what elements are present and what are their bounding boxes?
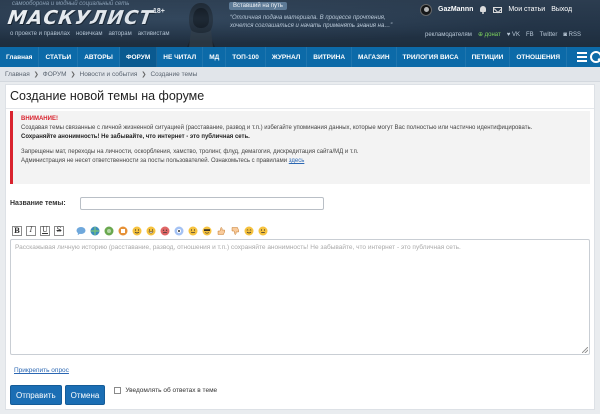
vk-label: VK bbox=[511, 31, 520, 38]
bold-button[interactable]: B bbox=[12, 225, 22, 236]
notify-option[interactable]: Уведомлять об ответах в теме bbox=[114, 386, 218, 394]
emoji-blush-icon[interactable] bbox=[132, 226, 142, 236]
site-header: самооборона и модный социальный сеть МАС… bbox=[0, 0, 600, 47]
user-name[interactable]: GazMannn bbox=[438, 6, 473, 13]
nav-item-authors[interactable]: АВТОРЫ bbox=[78, 47, 120, 67]
warning-line-4: Администрация не несет ответственности з… bbox=[21, 157, 582, 166]
nav-item-md[interactable]: МД bbox=[203, 47, 227, 67]
link-icon[interactable] bbox=[90, 226, 100, 236]
chevron-right-icon: ❯ bbox=[33, 71, 39, 78]
avatar[interactable] bbox=[420, 3, 432, 16]
thumbs-up-icon[interactable] bbox=[216, 226, 226, 236]
warning-box: ВНИМАНИЕ! Создавая темы связанные с личн… bbox=[10, 111, 590, 184]
breadcrumb-current: Создание темы bbox=[150, 70, 198, 78]
title-input[interactable] bbox=[80, 197, 324, 210]
strike-button[interactable]: S bbox=[54, 225, 64, 236]
vk-link[interactable]: ♥ VK bbox=[507, 32, 520, 38]
create-topic-panel: Создание новой темы на форуме ВНИМАНИЕ! … bbox=[5, 84, 595, 410]
editor-placeholder: Расскажывая личную историю (расставание,… bbox=[15, 244, 461, 251]
divider bbox=[6, 108, 594, 109]
rules-link[interactable]: здесь bbox=[289, 158, 305, 164]
menu-icon[interactable] bbox=[575, 47, 588, 67]
search-icon[interactable] bbox=[588, 47, 600, 67]
user-bar: GazMannn Мои статьи Выход bbox=[420, 2, 600, 17]
quote-badge: Вставший на путь bbox=[229, 2, 287, 10]
nav-item-visa-trilogy[interactable]: ТРИЛОГИЯ ВИСА bbox=[397, 47, 466, 67]
header-link-authors[interactable]: авторам bbox=[109, 31, 132, 37]
quote-icon[interactable] bbox=[76, 226, 86, 236]
advertisers-link[interactable]: рекламодателям bbox=[425, 32, 472, 38]
nav-item-journal[interactable]: ЖУРНАЛ bbox=[266, 47, 308, 67]
breadcrumb-news[interactable]: Новости и события bbox=[80, 71, 138, 78]
emoji-smile-icon[interactable] bbox=[188, 226, 198, 236]
rss-label: RSS bbox=[568, 31, 581, 38]
underline-button[interactable]: U bbox=[40, 225, 50, 236]
chevron-right-icon: ❯ bbox=[141, 71, 147, 78]
header-link-about[interactable]: о проекте и правилах bbox=[10, 31, 70, 37]
emoji-neutral-icon[interactable] bbox=[258, 226, 268, 236]
image-icon[interactable] bbox=[104, 226, 114, 236]
warning-line-3: Запрещены мат, переходы на личности, оск… bbox=[21, 149, 359, 155]
rss-icon: ◙ bbox=[563, 31, 567, 38]
envelope-icon[interactable] bbox=[493, 6, 503, 13]
submit-button[interactable]: Отправить bbox=[10, 385, 62, 405]
nav-item-home[interactable]: Главная bbox=[0, 47, 40, 67]
age-rating: 18+ bbox=[153, 8, 165, 15]
emoji-sunglasses-icon[interactable] bbox=[202, 226, 212, 236]
nav-item-unread[interactable]: НЕ ЧИТАЛ bbox=[157, 47, 204, 67]
donate-link[interactable]: ⊕ донат bbox=[478, 31, 501, 38]
page-title: Создание новой темы на форуме bbox=[10, 89, 205, 103]
rss-link[interactable]: ◙ RSS bbox=[563, 32, 581, 38]
header-quote: “Отличная подача материала. В процессе п… bbox=[230, 15, 393, 29]
nav-item-shop[interactable]: МАГАЗИН bbox=[352, 47, 397, 67]
notify-checkbox[interactable] bbox=[114, 386, 122, 394]
warning-line-1: Создавая темы связанные с личной жизненн… bbox=[21, 125, 533, 131]
vk-icon: ♥ bbox=[506, 31, 511, 38]
emoji-eye-icon[interactable] bbox=[174, 226, 184, 236]
my-posts-link[interactable]: Мои статьи bbox=[508, 6, 545, 13]
warning-title: ВНИМАНИЕ! bbox=[21, 116, 58, 122]
italic-button[interactable]: I bbox=[26, 225, 36, 236]
nav-item-showcase[interactable]: ВИТРИНА bbox=[307, 47, 353, 67]
thumbs-down-icon[interactable] bbox=[230, 226, 240, 236]
chevron-right-icon: ❯ bbox=[70, 71, 76, 78]
breadcrumb: Главная ❯ ФОРУМ ❯ Новости и события ❯ Со… bbox=[0, 67, 600, 82]
logout-link[interactable]: Выход bbox=[551, 6, 572, 13]
warning-line-2: Сохраняйте анонимность! Не забывайте, чт… bbox=[21, 134, 250, 140]
notify-label: Уведомлять об ответах в теме bbox=[125, 386, 218, 394]
header-link-activists[interactable]: активистам bbox=[138, 31, 170, 37]
donate-label: донат bbox=[484, 32, 501, 38]
site-logo[interactable]: МАСКУЛИСТ bbox=[6, 7, 154, 29]
hooded-figure-image bbox=[187, 3, 215, 47]
form-actions: Отправить Отмена Уведомлять об ответах в… bbox=[10, 385, 217, 405]
nav-item-articles[interactable]: СТАТЬИ bbox=[39, 47, 79, 67]
fb-link[interactable]: FB bbox=[526, 32, 534, 38]
breadcrumb-home[interactable]: Главная bbox=[5, 71, 30, 78]
twitter-link[interactable]: Twitter bbox=[540, 32, 558, 38]
header-links: о проекте и правилах новичкам авторам ак… bbox=[10, 31, 170, 37]
breadcrumb-forum[interactable]: ФОРУМ bbox=[43, 71, 67, 78]
message-editor[interactable]: Расскажывая личную историю (расставание,… bbox=[10, 239, 590, 355]
bell-icon[interactable] bbox=[479, 5, 487, 14]
resize-handle-icon[interactable] bbox=[582, 347, 588, 353]
title-row: Название темы: bbox=[10, 197, 324, 210]
cancel-button[interactable]: Отмена bbox=[64, 385, 106, 405]
emoji-angry-icon[interactable] bbox=[160, 226, 170, 236]
video-icon[interactable] bbox=[118, 226, 128, 236]
title-label: Название темы: bbox=[10, 200, 66, 207]
editor-toolbar: B I U S bbox=[12, 225, 268, 236]
header-meta-links: рекламодателям ⊕ донат ♥ VK FB Twitter ◙… bbox=[425, 31, 581, 39]
header-link-newbies[interactable]: новичкам bbox=[76, 31, 103, 37]
attach-poll-link[interactable]: Прикрепить опрос bbox=[14, 367, 69, 374]
nav-item-top100[interactable]: ТОП-100 bbox=[226, 47, 266, 67]
nav-item-petitions[interactable]: ПЕТИЦИИ bbox=[466, 47, 511, 67]
emoji-grin-icon[interactable] bbox=[146, 226, 156, 236]
emoji-happy-icon[interactable] bbox=[244, 226, 254, 236]
nav-item-forum[interactable]: ФОРУМ bbox=[119, 47, 158, 67]
nav-item-relations[interactable]: ОТНОШЕНИЯ bbox=[510, 47, 568, 67]
warning-line-4-text: Администрация не несет ответственности з… bbox=[21, 158, 288, 164]
main-nav: Главная СТАТЬИ АВТОРЫ ФОРУМ НЕ ЧИТАЛ МД … bbox=[0, 47, 600, 67]
